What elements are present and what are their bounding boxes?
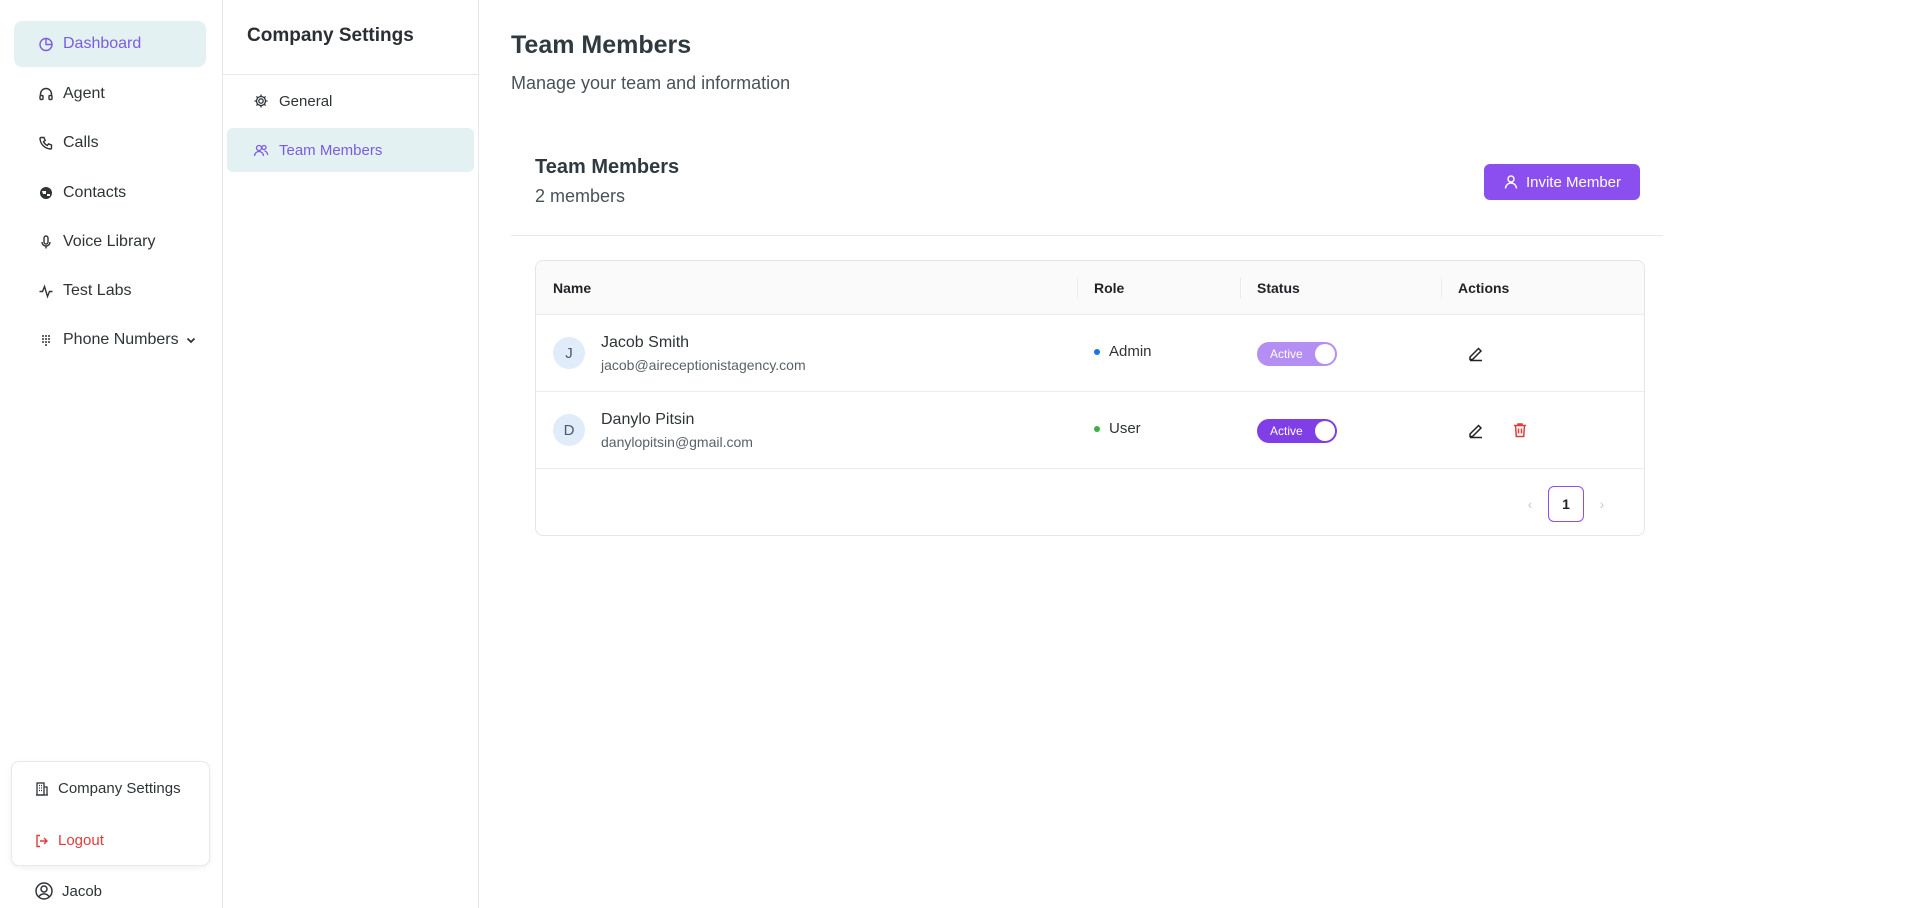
toggle-knob bbox=[1315, 344, 1335, 364]
avatar: D bbox=[553, 414, 585, 446]
previous-page-button[interactable]: ‹ bbox=[1520, 486, 1540, 522]
invite-member-label: Invite Member bbox=[1525, 173, 1622, 191]
nav-item-label: Test Labs bbox=[63, 282, 132, 299]
grid-icon bbox=[38, 332, 54, 348]
status-toggle[interactable]: Active bbox=[1257, 342, 1337, 366]
account-menu: Company Settings Logout bbox=[11, 761, 210, 866]
settings-item-team-members[interactable]: Team Members bbox=[227, 128, 474, 172]
settings-item-label: General bbox=[279, 92, 333, 110]
user-circle-icon bbox=[34, 881, 54, 901]
avatar: J bbox=[553, 337, 585, 369]
page-subtitle: Manage your team and information bbox=[511, 73, 791, 93]
chevron-down-icon[interactable] bbox=[185, 334, 197, 346]
column-separator bbox=[1077, 277, 1078, 299]
divider bbox=[511, 235, 1663, 236]
main-content: Team Members Manage your team and inform… bbox=[479, 0, 1911, 908]
nav-item-label: Phone Numbers bbox=[63, 331, 179, 348]
column-separator bbox=[1240, 277, 1241, 299]
nav-item-test-labs[interactable]: Test Labs bbox=[14, 268, 206, 314]
role-dot bbox=[1094, 348, 1100, 355]
role-label: Admin bbox=[1109, 343, 1152, 360]
settings-item-general[interactable]: General bbox=[227, 79, 474, 123]
trash-icon[interactable] bbox=[1509, 419, 1531, 441]
column-header-name: Name bbox=[553, 280, 592, 296]
user-account[interactable]: Jacob bbox=[34, 881, 102, 901]
toggle-knob bbox=[1315, 421, 1335, 441]
column-header-role: Role bbox=[1094, 280, 1125, 296]
member-name: Jacob Smith bbox=[601, 334, 690, 351]
phone-icon bbox=[38, 135, 54, 151]
building-icon bbox=[34, 781, 50, 797]
invite-member-button[interactable]: Invite Member bbox=[1484, 164, 1640, 200]
table-row: D Danylo Pitsin danylopitsin@gmail.com U… bbox=[536, 392, 1644, 469]
nav-item-contacts[interactable]: Contacts bbox=[14, 170, 206, 216]
member-email: danylopitsin@gmail.com bbox=[601, 434, 753, 450]
user-icon bbox=[1503, 174, 1519, 190]
section-title: Team Members bbox=[535, 156, 680, 178]
logout-label: Logout bbox=[58, 832, 104, 849]
column-header-status: Status bbox=[1257, 280, 1300, 296]
page-number-1[interactable]: 1 bbox=[1548, 486, 1584, 522]
company-settings-menu-item[interactable]: Company Settings bbox=[34, 780, 181, 797]
column-separator bbox=[1441, 277, 1442, 299]
users-icon bbox=[253, 142, 269, 158]
globe-icon bbox=[38, 185, 54, 201]
edit-icon[interactable] bbox=[1465, 419, 1487, 441]
user-name: Jacob bbox=[62, 882, 103, 900]
status-label: Active bbox=[1270, 347, 1303, 361]
role-label: User bbox=[1109, 420, 1141, 437]
nav-item-phone-numbers[interactable]: Phone Numbers bbox=[14, 317, 206, 363]
pagination: ‹ 1 › bbox=[1520, 486, 1612, 522]
edit-icon[interactable] bbox=[1465, 342, 1487, 364]
nav-item-label: Voice Library bbox=[63, 233, 156, 250]
activity-icon bbox=[38, 283, 54, 299]
microphone-icon bbox=[38, 234, 54, 250]
main-sidebar: Dashboard Agent Calls Contacts Voice Lib… bbox=[0, 0, 223, 908]
divider bbox=[223, 74, 478, 75]
member-count: 2 members bbox=[535, 186, 626, 206]
logout-menu-item[interactable]: Logout bbox=[34, 832, 104, 849]
settings-item-label: Team Members bbox=[279, 141, 383, 159]
nav-item-dashboard[interactable]: Dashboard bbox=[14, 21, 206, 67]
member-name: Danylo Pitsin bbox=[601, 411, 695, 428]
table-header: Name Role Status Actions bbox=[536, 261, 1644, 315]
next-page-button[interactable]: › bbox=[1592, 486, 1612, 522]
logout-icon bbox=[34, 833, 50, 849]
nav-item-label: Dashboard bbox=[63, 35, 142, 52]
table-row: J Jacob Smith jacob@aireceptionistagency… bbox=[536, 315, 1644, 392]
nav-item-agent[interactable]: Agent bbox=[14, 71, 206, 117]
member-role: Admin bbox=[1094, 343, 1152, 360]
nav-item-label: Calls bbox=[63, 134, 99, 151]
chart-pie-icon bbox=[38, 36, 54, 52]
members-table: Name Role Status Actions J Jacob Smith j… bbox=[535, 260, 1645, 536]
page-title: Team Members bbox=[511, 31, 692, 59]
company-settings-label: Company Settings bbox=[58, 780, 181, 797]
nav-item-calls[interactable]: Calls bbox=[14, 120, 206, 166]
status-toggle[interactable]: Active bbox=[1257, 419, 1337, 443]
nav-item-label: Agent bbox=[63, 85, 105, 102]
column-header-actions: Actions bbox=[1458, 280, 1510, 296]
settings-sidebar: Company Settings General Team Members bbox=[223, 0, 479, 908]
status-label: Active bbox=[1270, 424, 1303, 438]
headphones-icon bbox=[38, 86, 54, 102]
member-email: jacob@aireceptionistagency.com bbox=[601, 357, 806, 373]
settings-title: Company Settings bbox=[247, 25, 414, 46]
nav-item-voice-library[interactable]: Voice Library bbox=[14, 219, 206, 265]
role-dot bbox=[1094, 425, 1100, 432]
member-role: User bbox=[1094, 420, 1141, 437]
nav-item-label: Contacts bbox=[63, 184, 127, 201]
gear-icon bbox=[253, 93, 269, 109]
